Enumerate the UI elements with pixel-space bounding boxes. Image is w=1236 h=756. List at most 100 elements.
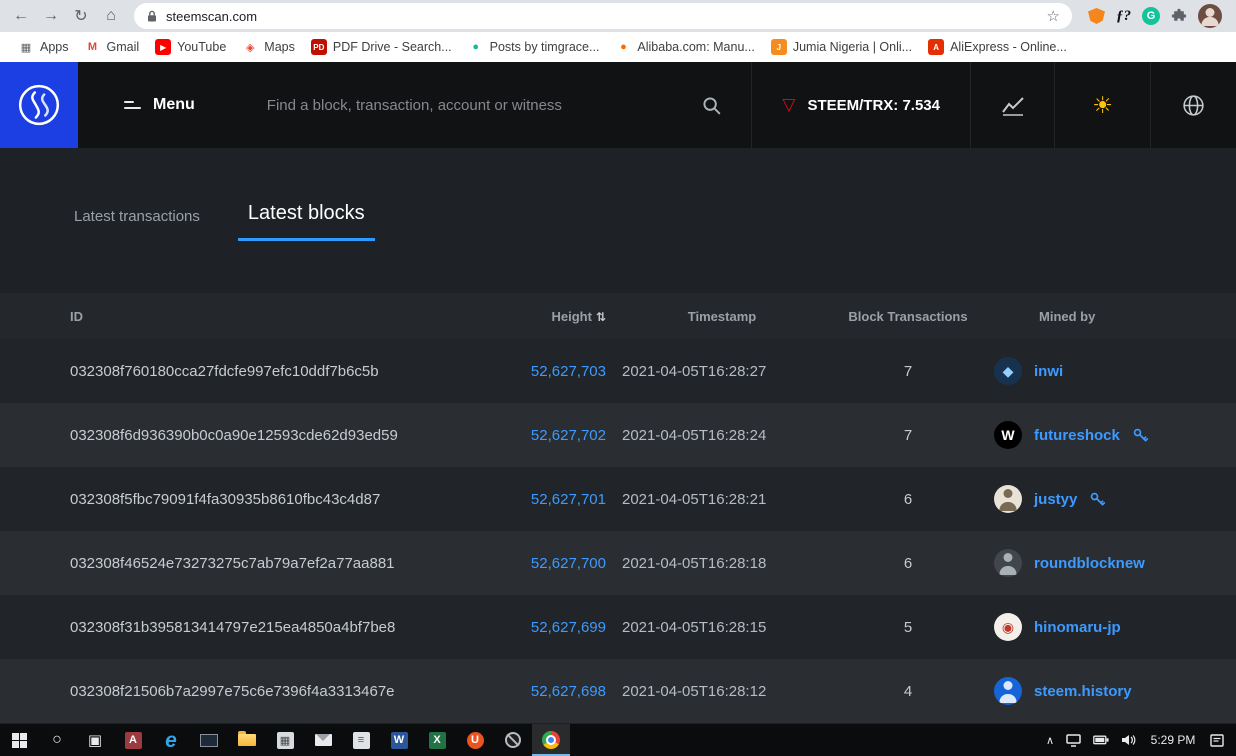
miner-avatar[interactable] (994, 677, 1022, 705)
block-transaction-count: 6 (903, 554, 913, 572)
miner-name-link[interactable]: inwi (1034, 363, 1063, 380)
bookmark-label: Posts by timgrace... (489, 40, 600, 54)
search-icon[interactable] (702, 96, 721, 115)
notepad-app[interactable]: ≡ (342, 724, 380, 756)
block-height-link[interactable]: 52,627,703 (531, 363, 606, 380)
action-center-icon[interactable] (1210, 733, 1224, 747)
miner-avatar[interactable] (994, 549, 1022, 577)
url-text: steemscan.com (166, 8, 258, 24)
battery-icon[interactable] (1093, 735, 1109, 745)
miner-name-link[interactable]: futureshock (1034, 427, 1120, 444)
header-mined-by: Mined by (1039, 308, 1096, 324)
miner-avatar[interactable]: ◉ (994, 613, 1022, 641)
file-explorer[interactable] (228, 724, 266, 756)
display-app[interactable] (190, 724, 228, 756)
miner-avatar[interactable] (994, 485, 1022, 513)
miner-name-link[interactable]: steem.history (1034, 683, 1132, 700)
grammarly-icon[interactable]: G (1142, 7, 1160, 25)
start-button[interactable] (0, 724, 38, 756)
chrome-browser[interactable] (532, 724, 570, 756)
profile-avatar[interactable] (1198, 4, 1222, 28)
header-height[interactable]: Height ⇅ (486, 309, 606, 324)
market-chart-button[interactable] (970, 62, 1054, 148)
miner-name-link[interactable]: justyy (1034, 491, 1077, 508)
blocked-app[interactable] (494, 724, 532, 756)
network-icon[interactable] (1066, 733, 1081, 747)
block-id: 032308f5fbc79091f4fa30935b8610fbc43c4d87 (70, 490, 381, 508)
back-button[interactable]: ← (8, 3, 34, 29)
block-table-row: 032308f6d936390b0c0a90e12593cde62d93ed59… (0, 403, 1236, 467)
address-bar[interactable]: steemscan.com ☆ (134, 3, 1072, 29)
header-block-transactions: Block Transactions (848, 308, 968, 324)
clock[interactable]: 5:29 PM (1148, 733, 1198, 747)
steem-logo-icon (18, 84, 60, 126)
key-icon (1091, 492, 1106, 505)
bookmark-label: YouTube (177, 40, 227, 54)
main-content: Latest transactions Latest blocks ID Hei… (0, 148, 1236, 756)
miner-avatar[interactable]: W (994, 421, 1022, 449)
bookmark-item[interactable]: ▦ Apps (10, 35, 77, 59)
menu-label: Menu (153, 96, 195, 113)
search-input[interactable] (266, 96, 703, 114)
key-icon (1133, 428, 1149, 441)
volume-icon[interactable] (1121, 734, 1136, 746)
reload-button[interactable]: ↻ (68, 3, 94, 29)
bookmark-label: Jumia Nigeria | Onli... (792, 40, 913, 54)
bookmark-item[interactable]: PD PDF Drive - Search... (303, 35, 460, 59)
bookmark-item[interactable]: J Jumia Nigeria | Onli... (763, 35, 920, 59)
lock-icon (148, 10, 156, 21)
block-height-link[interactable]: 52,627,699 (531, 619, 606, 636)
block-timestamp: 2021-04-05T16:28:27 (622, 362, 767, 380)
bookmark-favicon: ▦ (20, 41, 32, 54)
bookmark-item[interactable]: M Gmail (77, 35, 148, 59)
calculator-app[interactable]: ▦ (266, 724, 304, 756)
language-button[interactable] (1150, 62, 1236, 148)
block-height-link[interactable]: 52,627,702 (531, 427, 606, 444)
theme-toggle-button[interactable]: ☀ (1054, 62, 1150, 148)
edge-browser[interactable]: e (152, 724, 190, 756)
bookmark-favicon: A (928, 39, 945, 55)
bookmark-favicon: ◈ (246, 41, 255, 54)
sun-icon: ☀ (1092, 91, 1113, 118)
metamask-icon[interactable] (1088, 8, 1105, 24)
home-button[interactable]: ⌂ (98, 3, 124, 29)
bookmark-item[interactable]: ◈ Maps (234, 35, 303, 59)
block-table-row: 032308f760180cca27fdcfe997efc10ddf7b6c5b… (0, 339, 1236, 403)
steem-trx-price: ▽ STEEM/TRX: 7.534 (751, 62, 970, 148)
task-view[interactable]: ▣ (76, 724, 114, 756)
forward-button[interactable]: → (38, 3, 64, 29)
tab-latest-transactions[interactable]: Latest transactions (70, 208, 204, 241)
chart-icon (1001, 96, 1024, 116)
excel-app[interactable]: X (418, 724, 456, 756)
bookmark-item[interactable]: ● Posts by timgrace... (460, 35, 608, 59)
globe-icon (1183, 94, 1204, 116)
miner-name-link[interactable]: roundblocknew (1034, 555, 1145, 572)
cortana-search[interactable]: ○ (38, 724, 76, 756)
block-height-link[interactable]: 52,627,701 (531, 491, 606, 508)
block-height-link[interactable]: 52,627,700 (531, 555, 606, 572)
bookmark-item[interactable]: ▶ YouTube (147, 35, 234, 59)
access-app[interactable]: A (114, 724, 152, 756)
extensions-puzzle-icon[interactable] (1171, 8, 1187, 24)
hidden-icons-chevron[interactable]: ∧ (1046, 734, 1054, 747)
mail-app[interactable] (304, 724, 342, 756)
miner-name-link[interactable]: hinomaru-jp (1034, 619, 1121, 636)
blocks-table-body: 032308f760180cca27fdcfe997efc10ddf7b6c5b… (0, 339, 1236, 723)
block-id: 032308f760180cca27fdcfe997efc10ddf7b6c5b (70, 362, 379, 380)
ubuntu-app[interactable]: U (456, 724, 494, 756)
browser-window: ← → ↻ ⌂ steemscan.com ☆ ƒ? G ▦ Apps M Gm… (0, 0, 1236, 756)
site-header: Menu ▽ STEEM/TRX: 7.534 ☀ (0, 62, 1236, 148)
bookmark-item[interactable]: ● Alibaba.com: Manu... (607, 35, 762, 59)
steemscan-logo[interactable] (0, 62, 78, 148)
f-extension-icon[interactable]: ƒ? (1116, 8, 1131, 25)
tab-latest-blocks[interactable]: Latest blocks (237, 202, 375, 241)
block-height-link[interactable]: 52,627,698 (531, 683, 606, 700)
miner-avatar[interactable]: ◆ (994, 357, 1022, 385)
menu-button[interactable]: Menu (124, 96, 195, 114)
bookmark-favicon: J (770, 39, 787, 55)
block-table-row: 032308f5fbc79091f4fa30935b8610fbc43c4d87… (0, 467, 1236, 531)
bookmark-item[interactable]: A AliExpress - Online... (920, 35, 1075, 59)
word-app[interactable]: W (380, 724, 418, 756)
block-id: 032308f46524e73273275c7ab79a7ef2a77aa881 (70, 554, 395, 572)
bookmark-star-icon[interactable]: ☆ (1047, 7, 1060, 25)
